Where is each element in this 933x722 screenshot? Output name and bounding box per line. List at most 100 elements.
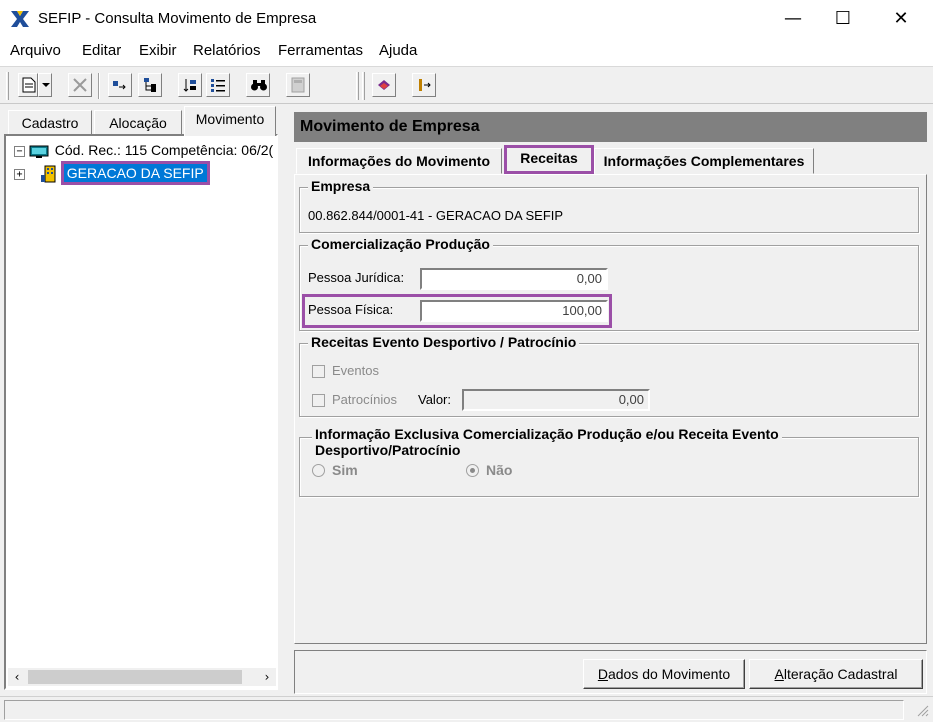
expand-icon[interactable]: +	[14, 168, 25, 180]
dropdown-arrow-icon	[42, 83, 50, 87]
valor-label: Valor:	[418, 392, 451, 407]
tree-root-label: Cód. Rec.: 115 Competência: 06/2(	[54, 142, 274, 158]
sort-icon	[183, 79, 196, 92]
tab-cadastro[interactable]: Cadastro	[8, 110, 92, 136]
maximize-button[interactable]: ☐	[820, 4, 866, 34]
new-document-button[interactable]	[18, 73, 38, 97]
sefip-logo-icon	[11, 11, 29, 27]
status-panel	[4, 700, 904, 720]
scroll-left-icon[interactable]: ‹	[8, 668, 26, 686]
binoculars-icon	[251, 80, 267, 91]
window-title: SEFIP - Consulta Movimento de Empresa	[38, 10, 317, 27]
dados-mnemonic: D	[597, 666, 608, 682]
tab-receitas[interactable]: Receitas	[504, 145, 594, 174]
pessoa-fisica-highlight	[302, 294, 612, 328]
sim-radio[interactable]	[312, 464, 325, 477]
books-button[interactable]	[372, 73, 396, 97]
eventos-checkbox[interactable]	[312, 365, 325, 378]
menu-editar[interactable]: Editar	[82, 42, 121, 59]
toolbar-grip	[356, 72, 359, 100]
info-exclusiva-title-line1: Informação Exclusiva Comercialização Pro…	[315, 426, 779, 442]
eventos-label: Eventos	[332, 363, 379, 378]
document-icon	[22, 77, 36, 93]
info-exclusiva-group: Informação Exclusiva Comercialização Pro…	[299, 426, 919, 497]
panel-splitter[interactable]	[282, 104, 290, 696]
delete-button[interactable]	[68, 73, 92, 97]
sort-button[interactable]	[178, 73, 202, 97]
valor-input[interactable]: 0,00	[462, 389, 650, 411]
alteracao-cadastral-button[interactable]: Alteração Cadastral	[749, 659, 923, 689]
empresa-group: Empresa 00.862.844/0001-41 - GERACAO DA …	[299, 178, 919, 233]
minimize-button[interactable]: —	[770, 4, 816, 34]
patrocinios-label: Patrocínios	[332, 392, 398, 407]
patrocinios-checkbox[interactable]	[312, 394, 325, 407]
toolbar-grip	[6, 72, 9, 100]
tab-alocacao[interactable]: Alocação	[94, 110, 182, 136]
alteracao-label-rest: lteração Cadastral	[783, 666, 898, 682]
info-exclusiva-title-line2: Desportivo/Patrocínio	[315, 442, 461, 458]
menu-arquivo[interactable]: Arquivo	[10, 42, 61, 59]
tree-view[interactable]: − Cód. Rec.: 115 Competência: 06/2( + GE…	[4, 134, 278, 690]
receitas-evento-group: Receitas Evento Desportivo / Patrocínio …	[299, 334, 919, 417]
menu-bar: Arquivo Editar Exibir Relatórios Ferrame…	[0, 38, 933, 64]
nao-radio[interactable]	[466, 464, 479, 477]
toolbar	[0, 66, 933, 104]
menu-relatorios[interactable]: Relatórios	[193, 42, 261, 59]
new-dropdown-button[interactable]	[38, 73, 52, 97]
nao-label: Não	[486, 462, 513, 478]
button-area: Dados do Movimento Alteração Cadastral	[294, 650, 927, 694]
receitas-evento-title: Receitas Evento Desportivo / Patrocínio	[308, 334, 580, 350]
sim-label: Sim	[332, 462, 358, 478]
tab-movimento[interactable]: Movimento	[184, 106, 276, 136]
pessoa-juridica-label: Pessoa Jurídica:	[308, 270, 405, 285]
alteracao-mnemonic: A	[774, 666, 784, 682]
empresa-value: 00.862.844/0001-41 - GERACAO DA SEFIP	[308, 208, 564, 223]
dados-label-rest: ados do Movimento	[607, 666, 731, 682]
books-icon	[378, 80, 390, 90]
list-button[interactable]	[206, 73, 230, 97]
comercializacao-group: Comercialização Produção Pessoa Jurídica…	[299, 236, 919, 331]
door-exit-icon	[419, 79, 431, 91]
tab-informacoes-movimento[interactable]: Informações do Movimento	[296, 148, 502, 174]
computer-icon	[29, 145, 49, 159]
calculator-icon	[291, 77, 305, 93]
close-button[interactable]: ✕	[878, 4, 924, 34]
tree-root-node[interactable]: − Cód. Rec.: 115 Competência: 06/2(	[14, 142, 278, 159]
panel-header: Movimento de Empresa	[294, 112, 927, 142]
info-exclusiva-title: Informação Exclusiva Comercialização Pro…	[312, 426, 782, 458]
left-panel: Cadastro Alocação Movimento − Cód. Rec.:…	[0, 104, 282, 696]
toolbar-grip	[362, 72, 365, 100]
scroll-thumb[interactable]	[28, 670, 242, 684]
menu-ajuda[interactable]: Ajuda	[379, 42, 417, 59]
list-icon	[211, 79, 225, 92]
tree-view-button[interactable]	[138, 73, 162, 97]
comercializacao-title: Comercialização Produção	[308, 236, 493, 252]
left-tabs: Cadastro Alocação Movimento	[4, 106, 278, 136]
dados-movimento-button[interactable]: Dados do Movimento	[583, 659, 745, 689]
scroll-right-icon[interactable]: ›	[258, 668, 276, 686]
pessoa-juridica-input[interactable]: 0,00	[420, 268, 608, 290]
title-bar: SEFIP - Consulta Movimento de Empresa — …	[0, 0, 933, 38]
horizontal-scrollbar[interactable]: ‹ ›	[8, 668, 276, 686]
status-bar	[0, 696, 933, 722]
tree-child-node[interactable]: + GERACAO DA SEFIP	[14, 161, 210, 185]
collapse-icon[interactable]: −	[14, 145, 25, 157]
calculator-button[interactable]	[286, 73, 310, 97]
tree-child-label[interactable]: GERACAO DA SEFIP	[60, 161, 210, 185]
move-right-button[interactable]	[108, 73, 132, 97]
exit-button[interactable]	[412, 73, 436, 97]
building-icon	[40, 165, 56, 183]
arrow-right-icon	[113, 81, 126, 90]
receitas-tab-page: Empresa 00.862.844/0001-41 - GERACAO DA …	[294, 174, 927, 644]
search-button[interactable]	[246, 73, 270, 97]
right-tabs: Informações do Movimento Receitas Inform…	[296, 145, 924, 174]
menu-exibir[interactable]: Exibir	[139, 42, 177, 59]
resize-grip-icon[interactable]	[915, 703, 929, 717]
tree-icon	[144, 78, 156, 92]
right-panel: Movimento de Empresa Informações do Movi…	[290, 104, 933, 696]
toolbar-separator	[98, 73, 100, 99]
delete-x-icon	[73, 78, 87, 92]
tab-informacoes-complementares[interactable]: Informações Complementares	[594, 148, 814, 174]
menu-ferramentas[interactable]: Ferramentas	[278, 42, 363, 59]
empresa-title: Empresa	[308, 178, 374, 194]
